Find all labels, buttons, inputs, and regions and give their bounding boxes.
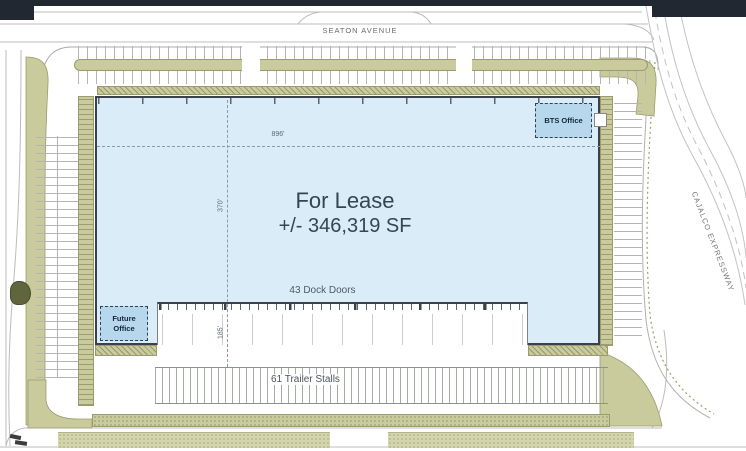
- landscape-strip-east: [600, 96, 613, 346]
- driveway-gap: [242, 45, 260, 85]
- lease-text: For Lease +/- 346,319 SF: [200, 188, 490, 238]
- site-plan: 896' 370' 185' For Lease +/- 346,319 SF …: [0, 0, 746, 451]
- dimension-line-width: [97, 146, 600, 147]
- lease-title: For Lease: [200, 188, 490, 214]
- bts-office-label: BTS Office: [544, 116, 582, 125]
- dock-door-ticks: [159, 304, 528, 310]
- top-border-bar: [0, 0, 746, 6]
- lease-area: +/- 346,319 SF: [200, 214, 490, 238]
- driveway-gap: [456, 45, 472, 85]
- seaton-avenue-label: SEATON AVENUE: [300, 26, 420, 35]
- landscape-strip-north: [97, 86, 600, 95]
- dimension-building-width: 896': [256, 131, 300, 138]
- parking-stalls-top-lower: [78, 71, 646, 84]
- top-right-block: [652, 0, 746, 17]
- dock-doors-label: 43 Dock Doors: [240, 285, 405, 296]
- landscape-verge-south-left: [58, 432, 330, 448]
- landscape-strip-south-east: [528, 345, 608, 356]
- bts-office: BTS Office: [535, 103, 592, 138]
- tree-symbol: [10, 281, 31, 305]
- trailer-stalls-text: 61 Trailer Stalls: [268, 374, 343, 385]
- expressway-lines: [645, 0, 746, 305]
- landscape-strip-south-west: [95, 345, 157, 356]
- dock-bay-lines: [162, 314, 525, 345]
- dock-notch: [157, 302, 528, 345]
- dimension-truck-court: 185': [218, 319, 225, 347]
- trailer-stalls: [155, 367, 608, 404]
- landscape-strip-west: [78, 96, 94, 406]
- future-office-label: Future Office: [107, 314, 141, 333]
- parking-stalls-east: [614, 100, 642, 336]
- top-left-block: [0, 0, 34, 20]
- trailer-stalls-label: 61 Trailer Stalls: [268, 374, 343, 385]
- landscape-verge-south-right: [388, 432, 634, 448]
- building-column-ticks: [98, 98, 597, 104]
- future-office: Future Office: [100, 306, 148, 341]
- utility-pad: [594, 113, 607, 127]
- landscape-band-south: [92, 414, 610, 427]
- parking-stalls-top-upper: [78, 46, 646, 59]
- parking-island-top: [74, 59, 648, 71]
- parking-divider-west: [57, 136, 58, 378]
